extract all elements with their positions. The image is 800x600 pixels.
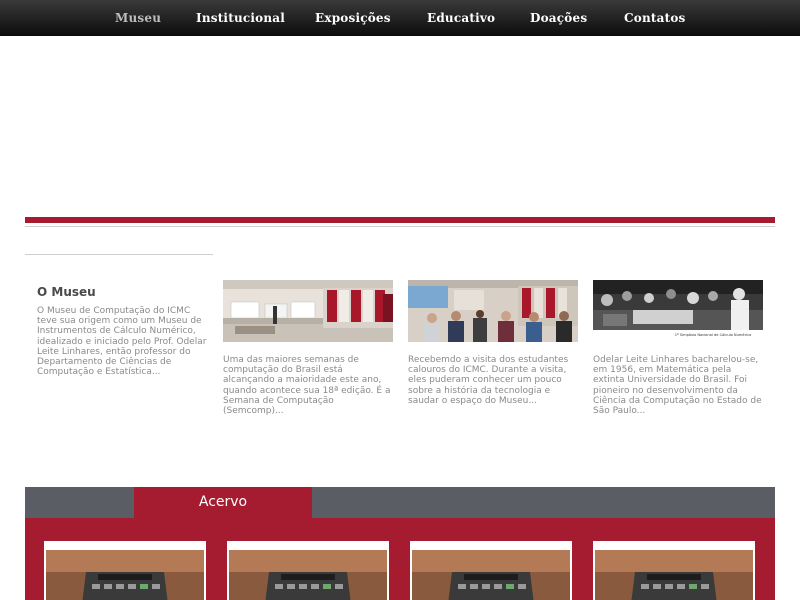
acervo-section: Acervo xyxy=(25,487,775,600)
acervo-tab[interactable]: Acervo xyxy=(134,487,312,518)
nav-item-institucional[interactable]: Institucional xyxy=(196,11,285,25)
nav-item-educativo[interactable]: Educativo xyxy=(427,11,495,25)
acervo-item[interactable] xyxy=(44,541,206,600)
exhibition-hall-photo[interactable] xyxy=(223,280,393,342)
nav-item-museu[interactable]: Museu xyxy=(115,11,161,25)
intro-divider xyxy=(25,254,213,255)
card-text: Uma das maiores semanas de computação do… xyxy=(223,355,391,417)
calculator-photo[interactable] xyxy=(412,550,570,600)
photo-caption: 1º Simpósio Nacional de Cálculo Numérico xyxy=(675,333,752,337)
calculator-photo[interactable] xyxy=(595,550,753,600)
students-visit-photo[interactable] xyxy=(408,280,578,342)
nav-item-doacoes[interactable]: Doações xyxy=(530,11,587,25)
card-text: Recebemdo a visita dos estudantes calour… xyxy=(408,355,569,406)
intro-title: O Museu xyxy=(37,285,96,299)
nav-item-exposicoes[interactable]: Exposições xyxy=(315,11,391,25)
divider-line xyxy=(25,226,775,227)
acervo-item[interactable] xyxy=(227,541,389,600)
calculator-photo[interactable] xyxy=(46,550,204,600)
acervo-item[interactable] xyxy=(410,541,572,600)
news-card[interactable]: Uma das maiores semanas de computação do… xyxy=(223,280,393,416)
news-card[interactable]: Recebemdo a visita dos estudantes calour… xyxy=(408,280,578,406)
intro-text: O Museu de Computação do ICMC teve sua o… xyxy=(37,306,207,378)
top-navigation: Museu Institucional Exposições Educativo… xyxy=(0,0,800,36)
acervo-item[interactable] xyxy=(593,541,755,600)
calculator-photo[interactable] xyxy=(229,550,387,600)
historic-photo[interactable]: 1º Simpósio Nacional de Cálculo Numérico xyxy=(593,280,763,342)
card-text: Odelar Leite Linhares bacharelou-se, em … xyxy=(593,355,762,417)
nav-item-contatos[interactable]: Contatos xyxy=(624,11,686,25)
red-divider xyxy=(25,217,775,223)
news-card[interactable]: 1º Simpósio Nacional de Cálculo Numérico… xyxy=(593,280,763,416)
